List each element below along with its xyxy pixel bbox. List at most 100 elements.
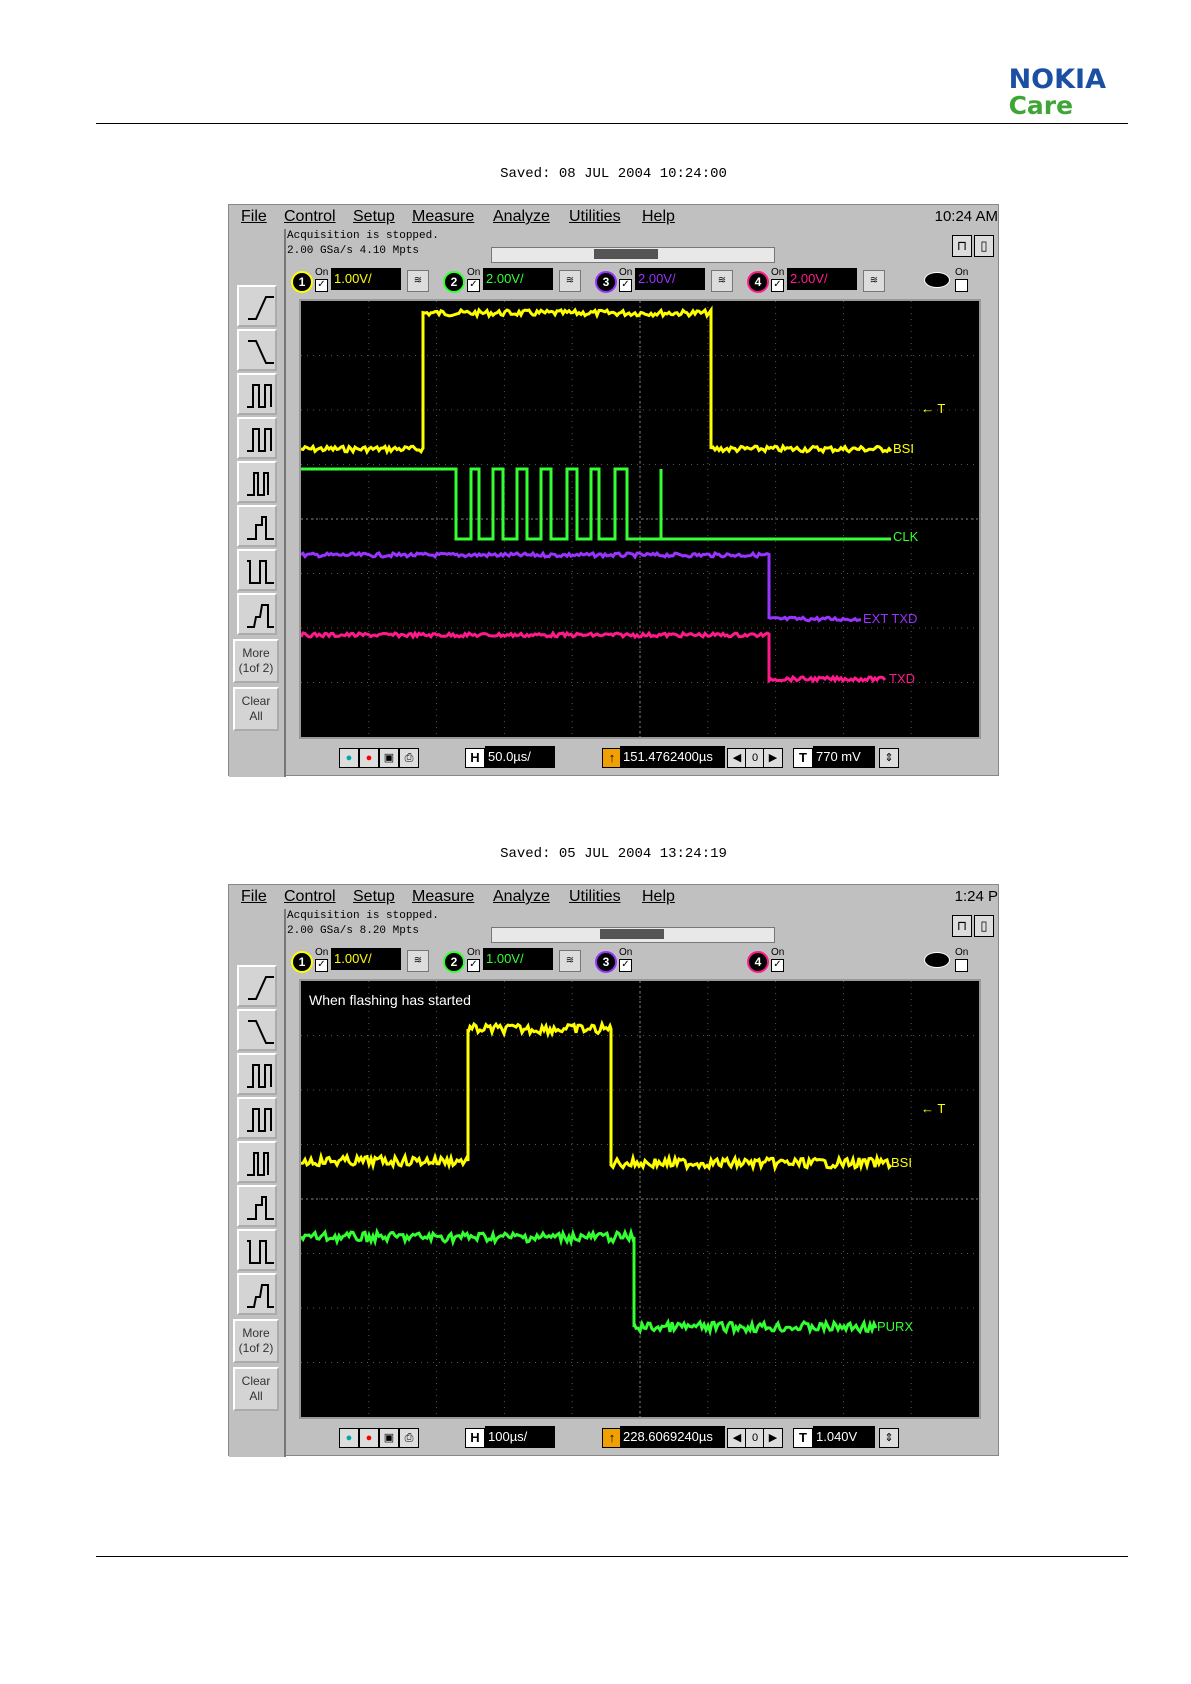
channel-4-badge[interactable]: 4: [747, 951, 769, 973]
trigger-mode-button-5[interactable]: [237, 1141, 277, 1183]
channel-1-scale-knob-icon[interactable]: ≋: [407, 950, 429, 972]
menu-help[interactable]: Help: [642, 888, 675, 906]
channel-3-badge[interactable]: 3: [595, 951, 617, 973]
stop-icon[interactable]: ●: [359, 748, 379, 768]
trigger-mode-button-7[interactable]: [237, 549, 277, 591]
extra-on-checkbox[interactable]: [955, 279, 968, 292]
menu-measure[interactable]: Measure: [412, 208, 474, 226]
timebase-overview-scrollbar[interactable]: [491, 927, 775, 943]
channel-3-badge[interactable]: 3: [595, 271, 617, 293]
menu-setup[interactable]: Setup: [353, 888, 395, 906]
single-icon[interactable]: ▣: [379, 1428, 399, 1448]
print-icon[interactable]: ⎙: [399, 748, 419, 768]
trigger-mode-button-4[interactable]: [237, 417, 277, 459]
delay-right-icon[interactable]: ▶: [763, 748, 783, 768]
trigger-level-stepper-icon[interactable]: ⇕: [879, 1428, 899, 1448]
waveform-display[interactable]: BSI PURX ← T When flashing has started: [299, 979, 981, 1419]
channel-1-badge[interactable]: 1: [291, 271, 313, 293]
eye-icon[interactable]: [924, 272, 950, 288]
channel-4-scale-knob-icon[interactable]: ≋: [863, 270, 885, 292]
channel-1-scale[interactable]: 1.00V/: [331, 948, 401, 970]
trigger-mode-button-7[interactable]: [237, 1229, 277, 1271]
delay-left-icon[interactable]: ◀: [727, 748, 747, 768]
waveform-icon[interactable]: ⊓: [952, 915, 972, 937]
print-icon[interactable]: ⎙: [399, 1428, 419, 1448]
channel-1-on-checkbox[interactable]: ✓: [315, 279, 328, 292]
trigger-mode-button-2[interactable]: [237, 329, 277, 371]
extra-on-checkbox[interactable]: [955, 959, 968, 972]
menu-measure[interactable]: Measure: [412, 888, 474, 906]
single-icon[interactable]: ▣: [379, 748, 399, 768]
trigger-marker: ← T: [921, 1101, 945, 1116]
channel-2-scale-knob-icon[interactable]: ≋: [559, 270, 581, 292]
mouse-icon[interactable]: ▯: [974, 915, 994, 937]
trigger-mode-button-1[interactable]: [237, 285, 277, 327]
menu-control[interactable]: Control: [284, 208, 336, 226]
eye-icon[interactable]: [924, 952, 950, 968]
timebase-scale[interactable]: 50.0µs/: [485, 746, 555, 768]
channel-1-scale[interactable]: 1.00V/: [331, 268, 401, 290]
channel-1-on-checkbox[interactable]: ✓: [315, 959, 328, 972]
menu-file[interactable]: File: [241, 208, 267, 226]
timebase-scale[interactable]: 100µs/: [485, 1426, 555, 1448]
menu-file[interactable]: File: [241, 888, 267, 906]
delay-right-icon[interactable]: ▶: [763, 1428, 783, 1448]
clear-all-button[interactable]: Clear All: [233, 687, 279, 731]
channel-3-scale[interactable]: 2.00V/: [635, 268, 705, 290]
menu-help[interactable]: Help: [642, 208, 675, 226]
channel-3-on-checkbox[interactable]: ✓: [619, 279, 632, 292]
channel-4-on-checkbox[interactable]: ✓: [771, 959, 784, 972]
run-icon[interactable]: ●: [339, 748, 359, 768]
menu-setup[interactable]: Setup: [353, 208, 395, 226]
trigger-level[interactable]: 770 mV: [813, 746, 875, 768]
channel-4-badge[interactable]: 4: [747, 271, 769, 293]
channel-2-scale[interactable]: 1.00V/: [483, 948, 553, 970]
trigger-mode-button-4[interactable]: [237, 1097, 277, 1139]
delay-zero[interactable]: 0: [745, 748, 765, 768]
stop-icon[interactable]: ●: [359, 1428, 379, 1448]
channel-4-on-checkbox[interactable]: ✓: [771, 279, 784, 292]
trigger-mode-button-3[interactable]: [237, 1053, 277, 1095]
menu-control[interactable]: Control: [284, 888, 336, 906]
trigger-mode-button-2[interactable]: [237, 1009, 277, 1051]
trigger-mode-button-6[interactable]: [237, 505, 277, 547]
scroll-thumb[interactable]: [600, 929, 664, 939]
run-icon[interactable]: ●: [339, 1428, 359, 1448]
trigger-level-stepper-icon[interactable]: ⇕: [879, 748, 899, 768]
trigger-mode-button-1[interactable]: [237, 965, 277, 1007]
channel-1-badge[interactable]: 1: [291, 951, 313, 973]
timebase-overview-scrollbar[interactable]: [491, 247, 775, 263]
trigger-delay[interactable]: 151.4762400µs: [620, 746, 725, 768]
scroll-thumb[interactable]: [594, 249, 658, 259]
trigger-mode-button-6[interactable]: [237, 1185, 277, 1227]
menu-analyze[interactable]: Analyze: [493, 888, 550, 906]
menu-utilities[interactable]: Utilities: [569, 888, 621, 906]
channel-2-scale-knob-icon[interactable]: ≋: [559, 950, 581, 972]
trigger-level[interactable]: 1.040V: [813, 1426, 875, 1448]
nokia-wordmark: NOKIA: [1008, 64, 1106, 95]
more-button[interactable]: More (1of 2): [233, 639, 279, 683]
waveform-display[interactable]: BSI CLK EXT TXD TXD ← T: [299, 299, 981, 739]
trigger-mode-button-3[interactable]: [237, 373, 277, 415]
delay-zero[interactable]: 0: [745, 1428, 765, 1448]
channel-3-scale-knob-icon[interactable]: ≋: [711, 270, 733, 292]
waveform-icon[interactable]: ⊓: [952, 235, 972, 257]
channel-2-scale[interactable]: 2.00V/: [483, 268, 553, 290]
menu-analyze[interactable]: Analyze: [493, 208, 550, 226]
mouse-icon[interactable]: ▯: [974, 235, 994, 257]
channel-2-on-checkbox[interactable]: ✓: [467, 279, 480, 292]
trigger-mode-button-8[interactable]: [237, 1273, 277, 1315]
menu-utilities[interactable]: Utilities: [569, 208, 621, 226]
channel-2-badge[interactable]: 2: [443, 951, 465, 973]
more-button[interactable]: More (1of 2): [233, 1319, 279, 1363]
trigger-mode-button-5[interactable]: [237, 461, 277, 503]
clear-all-button[interactable]: Clear All: [233, 1367, 279, 1411]
channel-3-on-checkbox[interactable]: ✓: [619, 959, 632, 972]
channel-1-scale-knob-icon[interactable]: ≋: [407, 270, 429, 292]
trigger-mode-button-8[interactable]: [237, 593, 277, 635]
trigger-delay[interactable]: 228.6069240µs: [620, 1426, 725, 1448]
channel-4-scale[interactable]: 2.00V/: [787, 268, 857, 290]
channel-2-on-checkbox[interactable]: ✓: [467, 959, 480, 972]
channel-2-badge[interactable]: 2: [443, 271, 465, 293]
delay-left-icon[interactable]: ◀: [727, 1428, 747, 1448]
